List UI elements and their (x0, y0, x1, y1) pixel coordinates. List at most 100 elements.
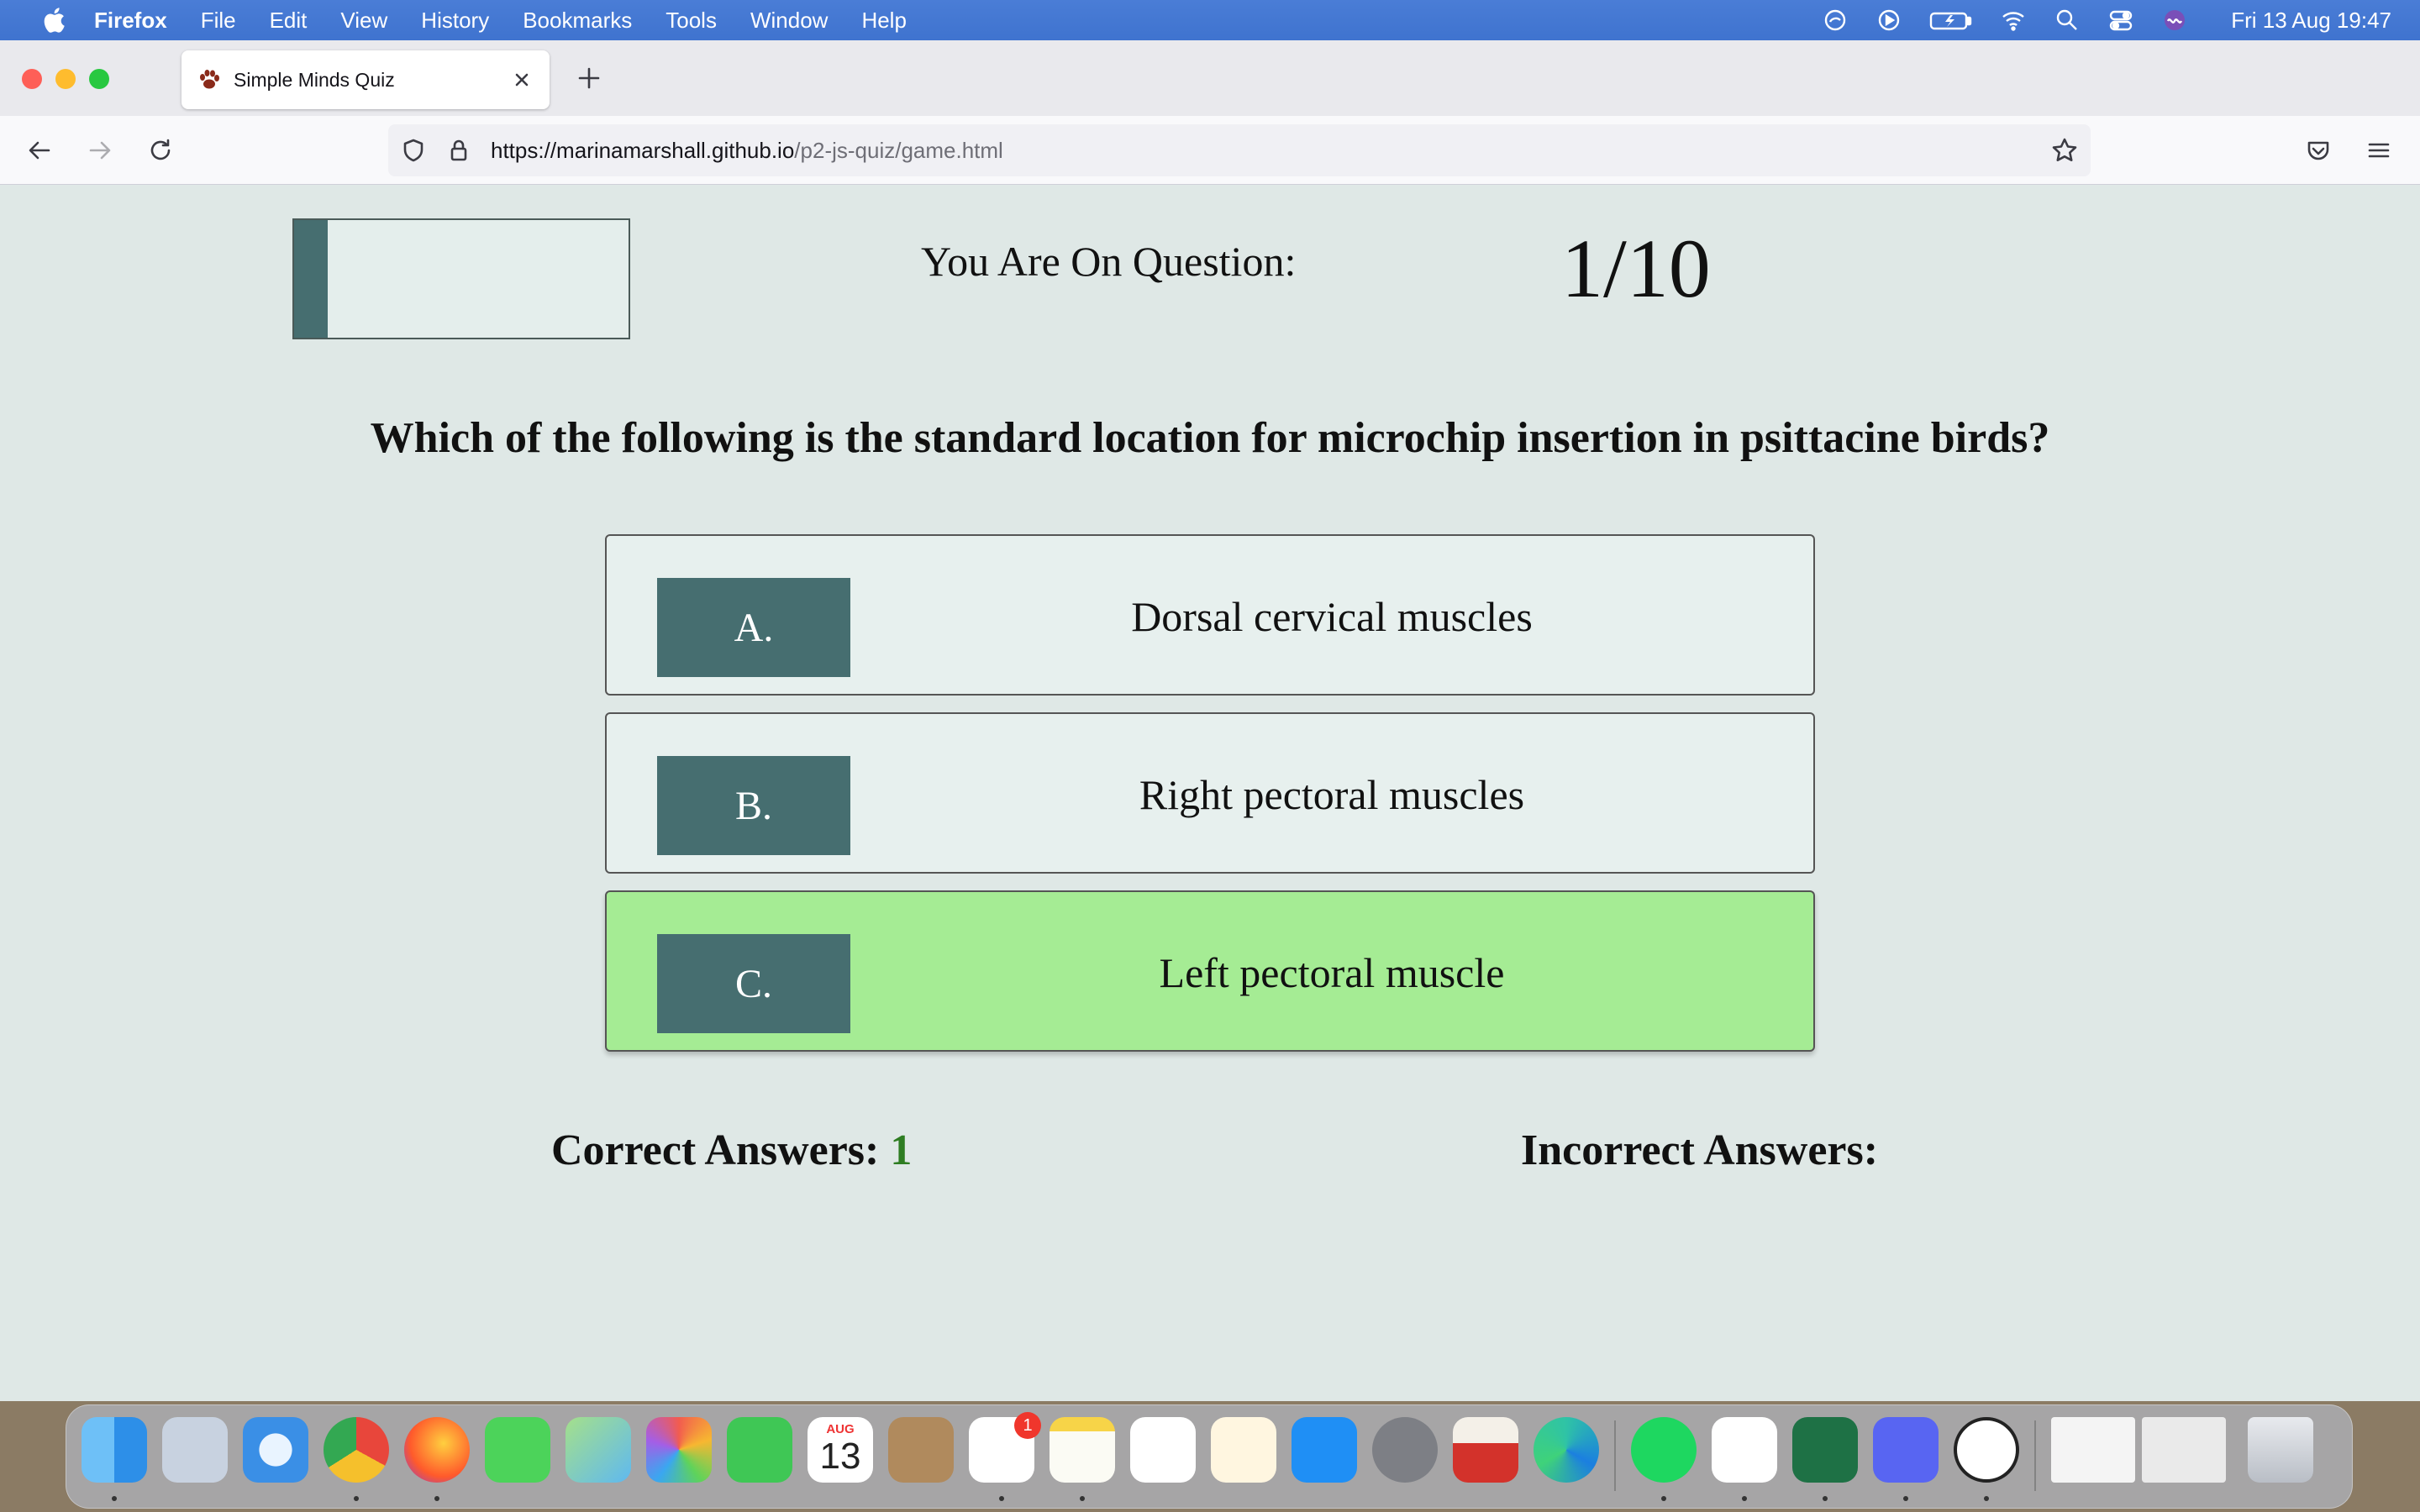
control-center-icon[interactable] (2107, 6, 2135, 34)
chrome-icon[interactable] (324, 1417, 389, 1483)
launchpad-icon[interactable] (162, 1417, 228, 1483)
contacts-icon[interactable] (888, 1417, 954, 1483)
calendar-icon[interactable]: AUG 13 (808, 1417, 873, 1483)
running-indicator (999, 1496, 1004, 1501)
option-text: Right pectoral muscles (1139, 771, 1525, 818)
url-text[interactable]: https://marinamarshall.github.io/p2-js-q… (491, 138, 1003, 164)
downloads-stack-icon[interactable] (2142, 1417, 2226, 1483)
app-store-icon[interactable] (1292, 1417, 1357, 1483)
running-indicator (1903, 1496, 1908, 1501)
forward-arrow-icon[interactable] (86, 136, 114, 165)
slack-icon[interactable] (1712, 1417, 1777, 1483)
question-counter: 1/10 (1561, 222, 1711, 315)
photos-icon[interactable] (646, 1417, 712, 1483)
menu-app-name[interactable]: Firefox (94, 8, 167, 34)
creative-cloud-icon[interactable] (1821, 6, 1849, 34)
close-tab-icon[interactable] (509, 67, 534, 92)
question-text: Which of the following is the standard l… (370, 414, 2050, 462)
notification-badge: 1 (1014, 1412, 1041, 1439)
option-text: Left pectoral muscle (1159, 949, 1505, 996)
running-indicator (1984, 1496, 1989, 1501)
url-path: /p2-js-quiz/game.html (794, 137, 1003, 163)
apple-menu-icon[interactable] (32, 0, 76, 40)
menu-edit[interactable]: Edit (270, 8, 308, 34)
tab-title: Simple Minds Quiz (234, 68, 395, 91)
menu-bar: Firefox File Edit View History Bookmarks… (0, 0, 2420, 40)
menu-window[interactable]: Window (750, 8, 828, 34)
url-domain: https://marinamarshall.github.io (491, 137, 795, 163)
answer-option-c[interactable]: C. Left pectoral muscle (605, 890, 1815, 1052)
menu-history[interactable]: History (421, 8, 489, 34)
documents-stack-icon[interactable] (2051, 1417, 2135, 1483)
question-label: You Are On Question: (921, 238, 1297, 285)
tracking-protection-shield-icon[interactable] (400, 137, 427, 164)
correct-answers-score: Correct Answers: 1 (551, 1126, 912, 1175)
lock-icon[interactable] (445, 137, 472, 164)
running-indicator (112, 1496, 117, 1501)
excel-icon[interactable] (1792, 1417, 1858, 1483)
dock-separator (1614, 1420, 1616, 1491)
system-preferences-icon[interactable] (1372, 1417, 1438, 1483)
address-bar[interactable]: https://marinamarshall.github.io/p2-js-q… (388, 124, 2091, 176)
window-close-button[interactable] (22, 69, 42, 89)
running-indicator (434, 1496, 439, 1501)
discord-icon[interactable] (1873, 1417, 1939, 1483)
quiz-page: You Are On Question: 1/10 Which of the f… (0, 185, 2420, 1401)
reload-icon[interactable] (146, 136, 175, 165)
menu-bookmarks[interactable]: Bookmarks (523, 8, 632, 34)
menu-view[interactable]: View (340, 8, 387, 34)
dock-separator (2034, 1420, 2036, 1491)
progress-bar (292, 218, 630, 339)
safari-icon[interactable] (243, 1417, 308, 1483)
option-letter: C. (657, 934, 850, 1033)
siri-icon[interactable] (2160, 6, 2189, 34)
running-indicator (1742, 1496, 1747, 1501)
edge-icon[interactable] (1534, 1417, 1599, 1483)
notes-icon[interactable] (1050, 1417, 1115, 1483)
facetime-icon[interactable] (727, 1417, 792, 1483)
reminders-icon[interactable]: 1 (969, 1412, 1041, 1483)
maps-icon[interactable] (566, 1417, 631, 1483)
tab-simple-minds-quiz[interactable]: Simple Minds Quiz (182, 50, 550, 109)
option-text: Dorsal cervical muscles (1131, 593, 1533, 640)
menu-file[interactable]: File (201, 8, 236, 34)
option-letter: A. (657, 578, 850, 677)
running-indicator (1661, 1496, 1666, 1501)
wifi-icon[interactable] (1999, 6, 2028, 34)
play-circle-icon[interactable] (1875, 6, 1903, 34)
window-zoom-button[interactable] (89, 69, 109, 89)
running-indicator (1080, 1496, 1085, 1501)
finder-icon[interactable] (82, 1417, 147, 1483)
menu-tools[interactable]: Tools (666, 8, 717, 34)
firefox-icon[interactable] (404, 1417, 470, 1483)
menu-help[interactable]: Help (861, 8, 906, 34)
calendar-day: 13 (819, 1436, 861, 1477)
running-indicator (1823, 1496, 1828, 1501)
hamburger-menu-icon[interactable] (2365, 136, 2393, 165)
correct-answers-count: 1 (890, 1126, 913, 1174)
spotify-icon[interactable] (1631, 1417, 1697, 1483)
popcorn-time-icon[interactable] (1453, 1417, 1518, 1483)
answer-option-b[interactable]: B. Right pectoral muscles (605, 712, 1815, 874)
smile-icon[interactable] (1954, 1417, 2019, 1483)
correct-answers-label: Correct Answers: (551, 1126, 880, 1174)
messages-icon[interactable] (485, 1417, 550, 1483)
spotlight-search-icon[interactable] (2053, 6, 2081, 34)
menu-clock[interactable]: Fri 13 Aug 19:47 (2231, 8, 2391, 34)
new-tab-icon[interactable] (575, 64, 603, 92)
battery-icon[interactable] (1928, 6, 1974, 34)
progress-bar-fill (294, 220, 328, 338)
window-minimize-button[interactable] (55, 69, 76, 89)
dock: AUG 13 1 (66, 1404, 2353, 1509)
pages-icon[interactable] (1211, 1417, 1276, 1483)
paw-print-icon (200, 70, 219, 89)
bookmark-star-icon[interactable] (2050, 136, 2079, 165)
numbers-icon[interactable] (1130, 1417, 1196, 1483)
calendar-month: AUG (826, 1422, 855, 1436)
back-arrow-icon[interactable] (25, 136, 54, 165)
incorrect-answers-label: Incorrect Answers: (1521, 1126, 1879, 1174)
trash-icon[interactable] (2248, 1417, 2313, 1483)
pocket-icon[interactable] (2304, 136, 2333, 165)
answer-option-a[interactable]: A. Dorsal cervical muscles (605, 534, 1815, 696)
incorrect-answers-score: Incorrect Answers: (1521, 1126, 1878, 1175)
